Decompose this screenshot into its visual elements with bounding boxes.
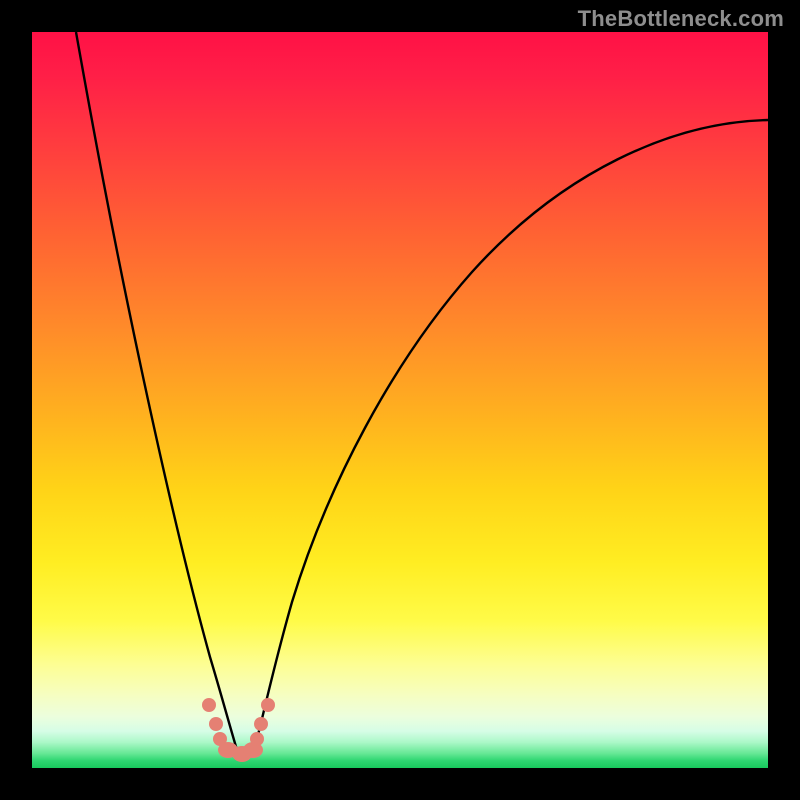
- bottleneck-curve: [32, 32, 768, 768]
- marker-point: [209, 717, 223, 731]
- marker-point: [202, 698, 216, 712]
- chart-frame: TheBottleneck.com: [0, 0, 800, 800]
- watermark-text: TheBottleneck.com: [578, 6, 784, 32]
- plot-area: [32, 32, 768, 768]
- marker-point: [250, 732, 264, 746]
- curve-right-branch: [254, 120, 768, 750]
- marker-point: [254, 717, 268, 731]
- marker-point: [261, 698, 275, 712]
- curve-left-branch: [76, 32, 237, 750]
